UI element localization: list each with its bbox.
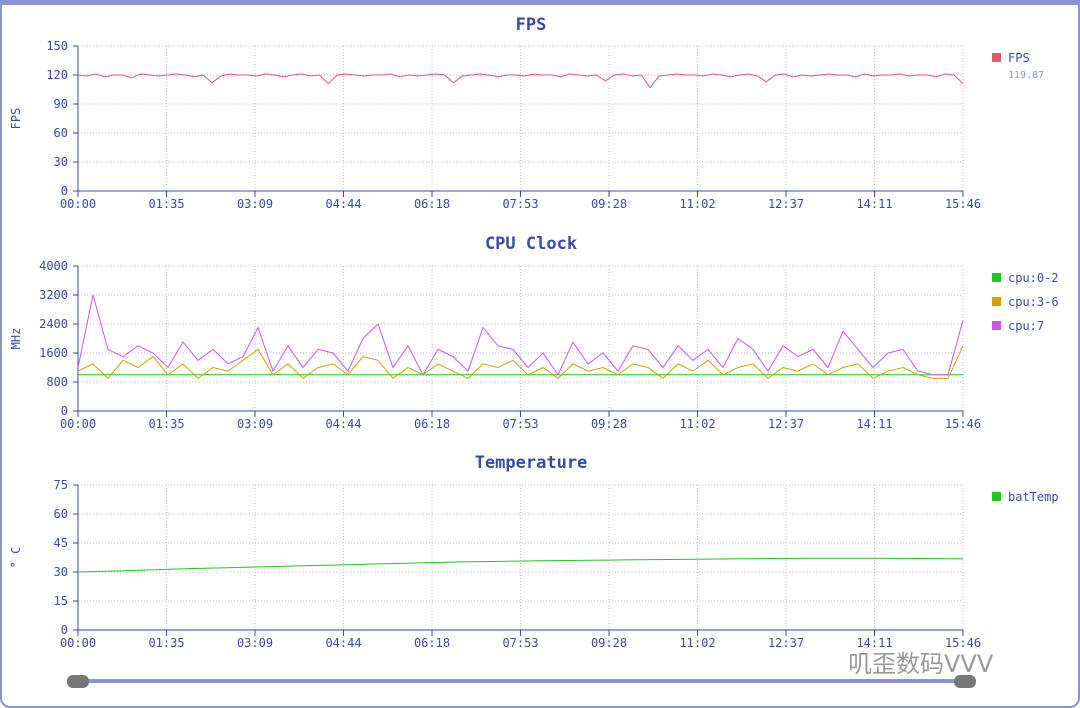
y-tick-label: 0 <box>61 184 68 198</box>
legend-label: FPS <box>1008 51 1030 65</box>
x-tick-label: 09:28 <box>591 197 627 211</box>
watermark: 叽歪数码VVV <box>848 650 994 678</box>
x-tick-label: 06:18 <box>414 417 450 431</box>
x-tick-label: 11:02 <box>679 417 715 431</box>
legend-swatch <box>992 321 1001 330</box>
x-tick-label: 04:44 <box>325 417 361 431</box>
legend-swatch <box>992 297 1001 306</box>
x-tick-label: 12:37 <box>768 197 804 211</box>
y-tick-label: 800 <box>46 375 68 389</box>
x-tick-label: 14:11 <box>856 417 892 431</box>
x-tick-label: 00:00 <box>60 417 96 431</box>
legend-label: cpu:0-2 <box>1008 271 1059 285</box>
x-tick-label: 03:09 <box>237 417 273 431</box>
charts-svg: FPSFPS030609012015000:00 01:35 03:09 04:44 0… <box>9 15 1059 688</box>
x-tick-label: 12:37 <box>768 636 804 650</box>
x-tick-label: 07:53 <box>502 197 538 211</box>
x-tick-label: 04:44 <box>325 197 361 211</box>
y-tick-label: 0 <box>61 404 68 418</box>
x-tick-label: 15:46 <box>945 417 981 431</box>
legend-label: cpu:7 <box>1008 319 1044 333</box>
y-tick-label: 3200 <box>39 288 68 302</box>
chart-title: FPS <box>516 15 547 35</box>
x-tick-label: 03:09 <box>237 197 273 211</box>
x-tick-label: 00:00 <box>60 197 96 211</box>
x-tick-label: 01:35 <box>148 417 184 431</box>
legend-value: 119.87 <box>1008 70 1044 81</box>
x-tick-label: 04:44 <box>325 636 361 650</box>
y-axis-label: FPS <box>9 108 23 130</box>
chart-title: Temperature <box>475 453 588 473</box>
y-tick-label: 75 <box>54 478 68 492</box>
x-tick-label: 14:11 <box>856 197 892 211</box>
y-axis-label: ° C <box>9 547 23 569</box>
chart-title: CPU Clock <box>485 234 577 254</box>
x-tick-label: 01:35 <box>148 636 184 650</box>
y-tick-label: 120 <box>46 68 68 82</box>
y-tick-label: 15 <box>54 594 68 608</box>
y-tick-label: 0 <box>61 623 68 637</box>
y-axis-label: MHz <box>9 328 23 350</box>
x-tick-label: 06:18 <box>414 636 450 650</box>
x-tick-label: 11:02 <box>679 197 715 211</box>
range-slider-left-handle[interactable] <box>67 675 89 688</box>
legend-label: batTemp <box>1008 490 1059 504</box>
y-tick-label: 30 <box>54 565 68 579</box>
x-tick-label: 09:28 <box>591 417 627 431</box>
x-tick-label: 07:53 <box>502 636 538 650</box>
y-tick-label: 1600 <box>39 346 68 360</box>
x-tick-label: 03:09 <box>237 636 273 650</box>
y-tick-label: 60 <box>54 126 68 140</box>
x-tick-label: 15:46 <box>945 197 981 211</box>
x-tick-label: 06:18 <box>414 197 450 211</box>
x-tick-label: 09:28 <box>591 636 627 650</box>
x-tick-label: 11:02 <box>679 636 715 650</box>
x-tick-label: 00:00 <box>60 636 96 650</box>
x-tick-label: 01:35 <box>148 197 184 211</box>
legend-label: cpu:3-6 <box>1008 295 1059 309</box>
legend-swatch <box>992 273 1001 282</box>
y-tick-label: 45 <box>54 536 68 550</box>
y-tick-label: 60 <box>54 507 68 521</box>
y-tick-label: 150 <box>46 39 68 53</box>
legend-swatch <box>992 53 1001 62</box>
y-tick-label: 2400 <box>39 317 68 331</box>
x-tick-label: 12:37 <box>768 417 804 431</box>
y-tick-label: 90 <box>54 97 68 111</box>
y-tick-label: 4000 <box>39 259 68 273</box>
x-tick-label: 07:53 <box>502 417 538 431</box>
y-tick-label: 30 <box>54 155 68 169</box>
legend-swatch <box>992 492 1001 501</box>
